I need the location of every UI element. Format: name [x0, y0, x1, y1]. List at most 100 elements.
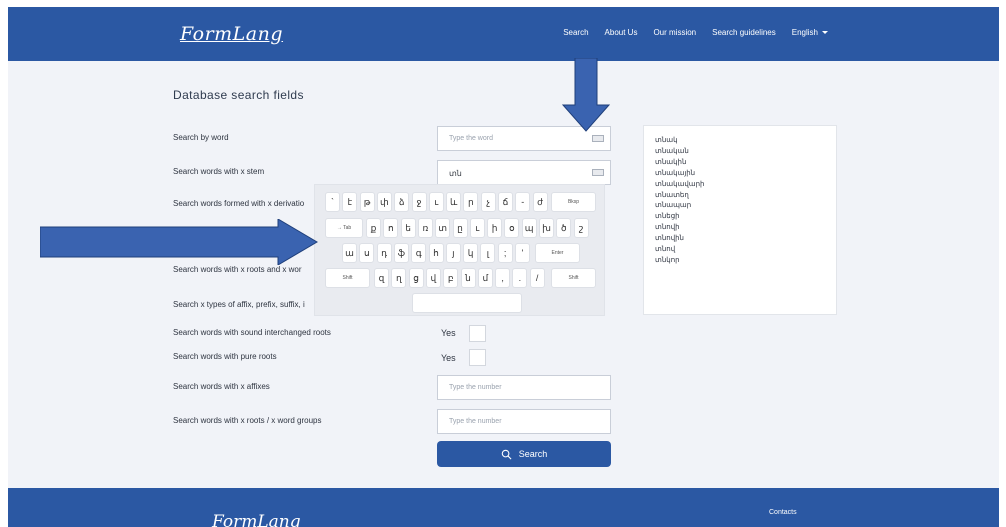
pure-roots-checkbox[interactable] [469, 349, 486, 366]
keyboard-key[interactable]: չ [480, 192, 496, 212]
yes-label: Yes [441, 353, 456, 363]
label-derivational: Search words formed with x derivatio [173, 199, 305, 208]
yes-label: Yes [441, 328, 456, 338]
keyboard-key[interactable]: ա [342, 243, 357, 263]
affixes-number-input[interactable]: Type the number [437, 375, 611, 400]
result-item[interactable]: տնակավարի [655, 180, 836, 191]
result-item[interactable]: տնակ [655, 136, 836, 147]
keyboard-key[interactable]: լ [480, 243, 496, 263]
result-item[interactable]: տնակին [655, 158, 836, 169]
footer-logo[interactable]: FormLang [212, 512, 301, 527]
logo[interactable]: FormLang [180, 23, 283, 45]
arrow-right-icon [40, 219, 318, 265]
keyboard-key[interactable]: վ [425, 268, 441, 288]
label-x-affixes: Search words with x affixes [173, 382, 270, 391]
keyboard-key[interactable]: ժ [532, 192, 548, 212]
keyboard-key[interactable]: ն [460, 268, 476, 288]
keyboard-key[interactable]: ձ [394, 192, 410, 212]
keyboard-key[interactable]: ֆ [393, 243, 409, 263]
keyboard-key[interactable]: զ [374, 268, 389, 288]
keyboard-key[interactable]: ր [463, 192, 479, 212]
nav-about-us[interactable]: About Us [605, 28, 638, 37]
keyboard-key[interactable]: և [446, 192, 462, 212]
result-item[interactable]: տնով [655, 245, 836, 256]
result-item[interactable]: տնեցի [655, 212, 836, 223]
tab-key[interactable]: → Tab [325, 218, 363, 238]
keyboard-key[interactable]: փ [376, 192, 392, 212]
result-item[interactable]: տնովի [655, 223, 836, 234]
keyboard-key[interactable]: դ [376, 243, 392, 263]
keyboard-key[interactable]: ' [515, 243, 530, 263]
arrow-down-icon [561, 58, 611, 132]
keyboard-key[interactable]: ճ [498, 192, 513, 212]
result-item[interactable]: տնական [655, 147, 836, 158]
keyboard-key[interactable]: ւ [469, 218, 485, 238]
keyboard-key[interactable]: է [342, 192, 358, 212]
result-item[interactable]: տնովին [655, 234, 836, 245]
keyboard-key[interactable]: ` [325, 192, 340, 212]
word-input-placeholder: Type the word [449, 135, 493, 142]
keyboard-key[interactable]: խ [539, 218, 554, 238]
keyboard-key[interactable]: գ [411, 243, 427, 263]
keyboard-key[interactable]: ը [452, 218, 468, 238]
result-item[interactable]: տնակային [655, 169, 836, 180]
keyboard-key[interactable]: պ [521, 218, 537, 238]
keyboard-key[interactable]: , [495, 268, 511, 288]
result-item[interactable]: տնապար [655, 201, 836, 212]
chevron-down-icon [822, 31, 828, 35]
label-pure-roots: Search words with pure roots [173, 352, 277, 361]
search-icon [501, 449, 512, 459]
search-button[interactable]: Search [437, 441, 611, 467]
stem-search-input[interactable]: տն [437, 160, 611, 185]
sound-interchanged-checkbox[interactable] [469, 325, 486, 342]
enter-key[interactable]: Enter [535, 243, 580, 263]
keyboard-key[interactable]: ք [366, 218, 381, 238]
footer: FormLang Contacts [8, 488, 999, 527]
footer-contacts[interactable]: Contacts [769, 509, 797, 516]
keyboard-key[interactable]: ; [497, 243, 513, 263]
nav-search-guidelines[interactable]: Search guidelines [712, 28, 776, 37]
keyboard-key[interactable]: մ [477, 268, 493, 288]
keyboard-key[interactable]: - [515, 192, 531, 212]
keyboard-key[interactable]: տ [435, 218, 451, 238]
keyboard-key[interactable]: շ [573, 218, 589, 238]
nav-our-mission[interactable]: Our mission [653, 28, 696, 37]
keyboard-key[interactable]: յ [445, 243, 461, 263]
right-shift-key[interactable]: Shift [551, 268, 596, 288]
keyboard-key[interactable]: ց [408, 268, 424, 288]
keyboard-key[interactable]: ի [487, 218, 503, 238]
backspace-key[interactable]: Bksp [551, 192, 596, 212]
label-search-by-word: Search by word [173, 133, 229, 142]
keyboard-key[interactable]: օ [504, 218, 520, 238]
keyboard-key[interactable]: . [512, 268, 528, 288]
keyboard-key[interactable]: կ [463, 243, 479, 263]
keyboard-key[interactable]: ծ [556, 218, 572, 238]
nav-search[interactable]: Search [563, 28, 588, 37]
keyboard-key[interactable]: ջ [411, 192, 427, 212]
keyboard-key[interactable]: ո [383, 218, 399, 238]
keyboard-key[interactable]: / [529, 268, 545, 288]
keyboard-icon[interactable] [592, 169, 604, 176]
keyboard-icon[interactable] [592, 135, 604, 142]
keyboard-key[interactable]: ե [400, 218, 416, 238]
keyboard-key[interactable]: հ [428, 243, 444, 263]
page-title: Database search fields [173, 88, 304, 102]
top-navbar: FormLang Search About Us Our mission Sea… [8, 7, 999, 61]
result-item[interactable]: տնատեղ [655, 191, 836, 202]
keyboard-key[interactable]: թ [359, 192, 375, 212]
left-shift-key[interactable]: Shift [325, 268, 370, 288]
keyboard-key[interactable]: ս [359, 243, 375, 263]
label-affix-types: Search x types of affix, prefix, suffix,… [173, 300, 305, 309]
keyboard-key[interactable]: ղ [391, 268, 407, 288]
label-search-with-stem: Search words with x stem [173, 167, 265, 176]
keyboard-key[interactable]: ւ [428, 192, 444, 212]
keyboard-key[interactable]: ռ [417, 218, 433, 238]
language-label: English [791, 28, 818, 37]
space-key[interactable] [412, 293, 522, 313]
language-dropdown[interactable]: English [792, 28, 828, 37]
affixes-input-placeholder: Type the number [449, 384, 502, 391]
result-item[interactable]: տնկոր [655, 256, 836, 267]
keyboard-key[interactable]: բ [443, 268, 459, 288]
page: FormLang Search About Us Our mission Sea… [8, 7, 999, 527]
roots-groups-number-input[interactable]: Type the number [437, 409, 611, 434]
